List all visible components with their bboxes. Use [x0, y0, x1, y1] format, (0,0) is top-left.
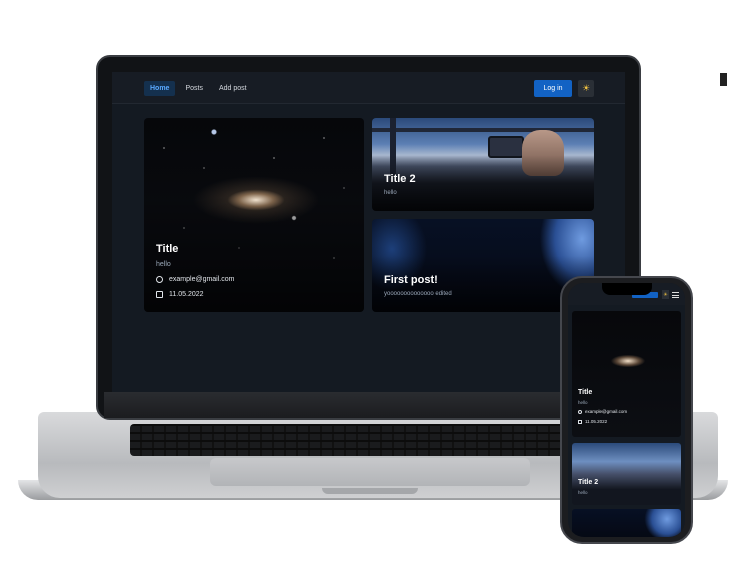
post-subtitle: hello	[156, 261, 171, 268]
nav-links: Home Posts Add post	[144, 81, 253, 96]
user-icon	[578, 409, 582, 414]
post-title: Title 2	[578, 479, 599, 486]
post-email: example@gmail.com	[585, 409, 628, 414]
nav-link-home[interactable]: Home	[144, 81, 176, 96]
laptop-hinge	[104, 392, 634, 418]
phone-post-card-title-2[interactable]: Title 2 hello	[572, 443, 681, 505]
phone-screen: ☀ Title hello example@gmail.com 11.05.20…	[568, 283, 685, 537]
post-date-row: 11.05.2022	[156, 291, 204, 298]
post-author-row: example@gmail.com	[156, 276, 234, 283]
laptop-trackpad	[210, 458, 530, 486]
phone-post-card-first-post[interactable]	[572, 509, 681, 537]
phone-post-card-title[interactable]: Title hello example@gmail.com 11.05.2022	[572, 311, 681, 437]
post-title: First post!	[384, 274, 438, 286]
post-card-title-2[interactable]: Title 2 hello	[372, 118, 594, 211]
post-card-title[interactable]: Title hello example@gmail.com 11.05.2022	[144, 118, 364, 312]
post-date-row: 11.05.2022	[578, 419, 607, 424]
post-subtitle: hello	[384, 190, 397, 196]
post-subtitle: hello	[578, 400, 588, 405]
hamburger-menu-icon[interactable]	[672, 292, 679, 298]
user-icon	[156, 276, 163, 283]
calendar-icon	[156, 291, 163, 298]
laptop-keyboard	[130, 424, 570, 456]
post-subtitle: yoooooooooooooo edited	[384, 291, 452, 297]
post-date: 11.05.2022	[169, 291, 204, 298]
laptop-screen: Home Posts Add post Log in ☀ Title hello…	[112, 72, 625, 392]
theme-toggle-button[interactable]: ☀	[578, 80, 594, 97]
sun-icon: ☀	[581, 83, 591, 94]
post-title: Title 2	[384, 173, 416, 185]
window-frame-bar	[372, 128, 594, 132]
post-date: 11.05.2022	[585, 419, 608, 424]
decorative-mark	[720, 73, 727, 86]
post-email: example@gmail.com	[169, 276, 235, 283]
nav-link-add-post[interactable]: Add post	[213, 81, 253, 96]
device-mockup-stage: Home Posts Add post Log in ☀ Title hello…	[0, 0, 739, 580]
post-author-row: example@gmail.com	[578, 409, 627, 414]
sun-icon: ☀	[663, 291, 668, 298]
post-title: Title	[578, 389, 593, 396]
phone-theme-toggle[interactable]: ☀	[662, 290, 669, 299]
navbar: Home Posts Add post Log in ☀	[112, 72, 625, 104]
post-title: Title	[156, 243, 179, 255]
laptop-notch	[322, 488, 418, 494]
calendar-icon	[578, 419, 582, 424]
nav-link-posts[interactable]: Posts	[179, 81, 209, 96]
login-button[interactable]: Log in	[534, 80, 572, 97]
phone-notch	[602, 283, 652, 295]
post-subtitle: hello	[578, 490, 588, 495]
